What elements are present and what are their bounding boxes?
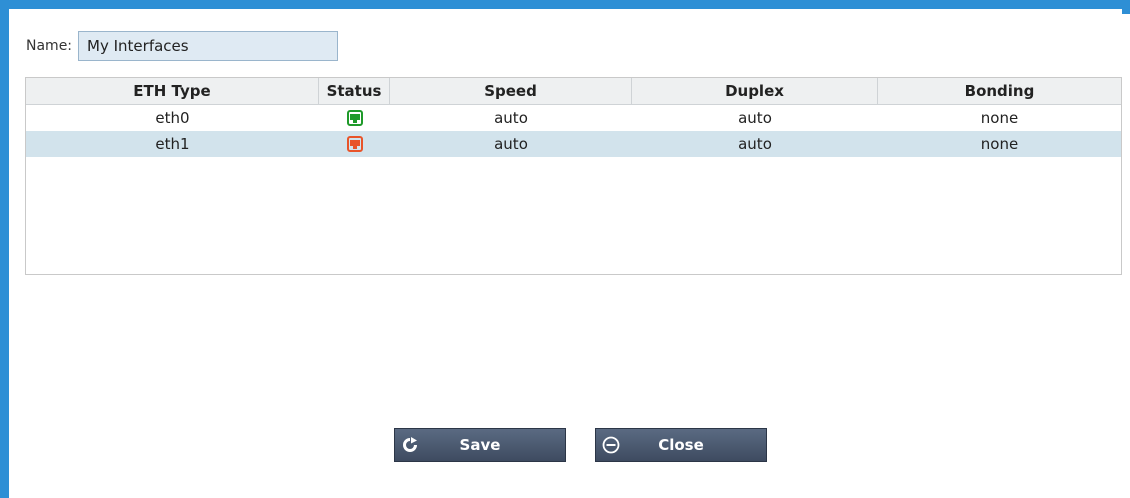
column-header-bonding[interactable]: Bonding <box>878 78 1121 104</box>
cell-status <box>319 105 390 131</box>
window-left-border <box>0 0 9 498</box>
save-button[interactable]: Save <box>394 428 566 462</box>
close-button[interactable]: Close <box>595 428 767 462</box>
cell-duplex: auto <box>738 135 772 153</box>
column-header-status[interactable]: Status <box>319 78 390 104</box>
column-header-duplex[interactable]: Duplex <box>632 78 878 104</box>
column-header-eth-type[interactable]: ETH Type <box>26 78 319 104</box>
minus-circle-icon <box>596 436 626 454</box>
column-header-speed[interactable]: Speed <box>390 78 632 104</box>
name-row: Name: <box>26 30 339 62</box>
cell-bonding: none <box>980 135 1019 153</box>
cell-duplex: auto <box>738 109 772 127</box>
network-status-icon <box>346 136 363 152</box>
table-row[interactable]: eth1 auto auto none <box>26 131 1121 157</box>
cell-eth-type: eth0 <box>155 109 190 127</box>
close-label: Close <box>658 436 704 454</box>
cell-bonding: none <box>980 109 1019 127</box>
interfaces-grid: ETH Type Status Speed Duplex Bonding eth… <box>25 77 1122 275</box>
save-label: Save <box>459 436 501 454</box>
network-status-icon <box>346 110 363 126</box>
cell-speed: auto <box>494 109 528 127</box>
table-row[interactable]: eth0 auto auto none <box>26 105 1121 131</box>
name-input[interactable] <box>78 31 339 61</box>
window-top-border <box>0 0 1130 9</box>
cell-status <box>319 131 390 157</box>
grid-header: ETH Type Status Speed Duplex Bonding <box>26 78 1121 105</box>
name-label: Name: <box>26 38 73 54</box>
window-right-border <box>1122 0 1130 14</box>
refresh-icon <box>395 437 425 453</box>
cell-speed: auto <box>494 135 528 153</box>
cell-eth-type: eth1 <box>155 135 190 153</box>
